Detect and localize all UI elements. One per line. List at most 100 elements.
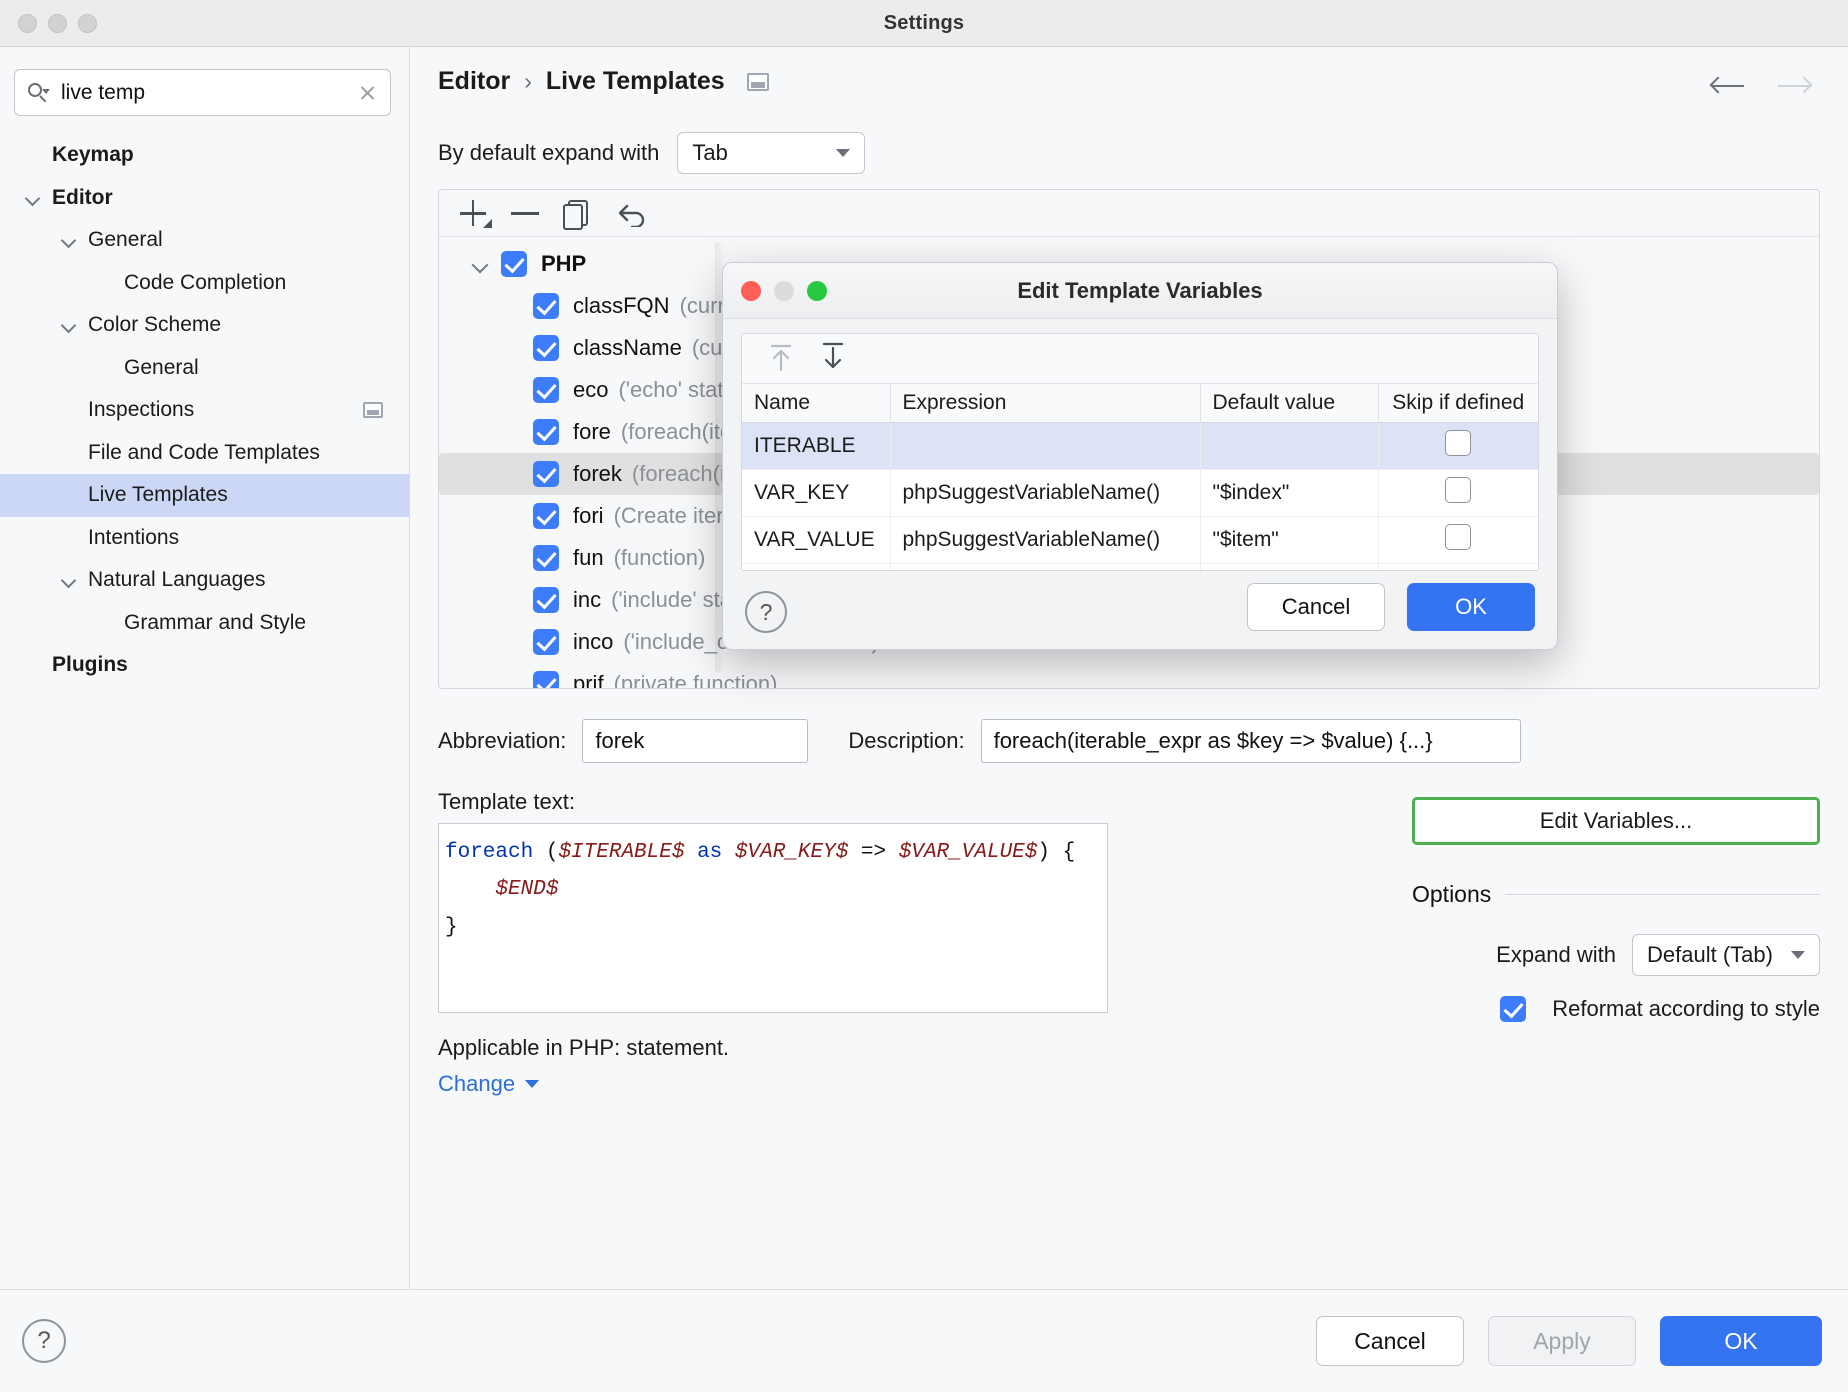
breadcrumb-separator: ›	[524, 68, 532, 95]
cell-default[interactable]: "$index"	[1200, 470, 1378, 517]
skip-if-defined-checkbox[interactable]	[1445, 477, 1471, 503]
chevron-down-icon[interactable]	[58, 229, 80, 251]
abbreviation-label: Abbreviation:	[438, 728, 566, 754]
template-enabled-checkbox[interactable]	[533, 629, 559, 655]
sidebar-item-file-and-code-templates[interactable]: File and Code Templates	[0, 432, 409, 475]
cell-name[interactable]: ITERABLE	[742, 423, 890, 470]
cell-empty	[1200, 564, 1378, 572]
cell-default[interactable]	[1200, 423, 1378, 470]
group-checkbox[interactable]	[501, 251, 527, 277]
search-input[interactable]	[59, 80, 356, 106]
sidebar-item-intentions[interactable]: Intentions	[0, 517, 409, 560]
sidebar-item-label: File and Code Templates	[88, 441, 320, 465]
sidebar-item-color-scheme[interactable]: Color Scheme	[0, 304, 409, 347]
dialog-cancel-button[interactable]: Cancel	[1247, 583, 1385, 631]
sidebar-item-inspections[interactable]: Inspections	[0, 389, 409, 432]
chevron-down-icon[interactable]	[469, 252, 493, 276]
sidebar-item-editor[interactable]: Editor	[0, 177, 409, 220]
cell-expression[interactable]	[890, 423, 1200, 470]
table-row[interactable]: VAR_KEYphpSuggestVariableName()"$index"	[742, 470, 1538, 517]
abbreviation-field[interactable]: forek	[582, 719, 808, 763]
skip-if-defined-checkbox[interactable]	[1445, 524, 1471, 550]
navigation-arrows	[1708, 69, 1814, 103]
help-button[interactable]: ?	[22, 1319, 66, 1363]
default-expand-label: By default expand with	[438, 140, 659, 166]
settings-sidebar: KeymapEditorGeneralCode CompletionColor …	[0, 47, 410, 1289]
sidebar-item-general[interactable]: General	[0, 219, 409, 262]
sidebar-item-natural-languages[interactable]: Natural Languages	[0, 559, 409, 602]
clear-search-icon[interactable]	[356, 82, 378, 104]
expand-with-label: Expand with	[1496, 942, 1616, 968]
add-template-icon[interactable]	[451, 194, 497, 232]
template-enabled-checkbox[interactable]	[533, 503, 559, 529]
sidebar-item-label: General	[124, 356, 199, 380]
footer-buttons: Cancel Apply OK	[1316, 1316, 1822, 1366]
code-line: }	[445, 909, 1101, 946]
sidebar-item-keymap[interactable]: Keymap	[0, 134, 409, 177]
code-line: $END$	[445, 871, 1101, 908]
code-token: $END$	[495, 878, 558, 901]
cell-name[interactable]: VAR_KEY	[742, 470, 890, 517]
default-expand-select[interactable]: Tab	[677, 132, 865, 174]
cell-skip-if-defined[interactable]	[1378, 470, 1538, 517]
remove-template-icon[interactable]	[503, 194, 549, 232]
cell-name[interactable]: VAR_VALUE	[742, 517, 890, 564]
chevron-down-icon[interactable]	[58, 569, 80, 591]
reformat-checkbox[interactable]	[1500, 996, 1526, 1022]
template-enabled-checkbox[interactable]	[533, 671, 559, 689]
edit-variables-button[interactable]: Edit Variables...	[1412, 797, 1820, 845]
code-token: }	[445, 916, 458, 939]
template-enabled-checkbox[interactable]	[533, 587, 559, 613]
duplicate-template-icon[interactable]	[555, 194, 601, 232]
change-context-link[interactable]: Change	[438, 1071, 1820, 1097]
revert-changes-icon[interactable]	[607, 194, 653, 232]
column-header[interactable]: Skip if defined	[1378, 384, 1538, 423]
ok-button[interactable]: OK	[1660, 1316, 1822, 1366]
cell-skip-if-defined[interactable]	[1378, 517, 1538, 564]
template-enabled-checkbox[interactable]	[533, 293, 559, 319]
reformat-row[interactable]: Reformat according to style	[1412, 996, 1820, 1022]
chevron-down-icon	[525, 1080, 539, 1088]
sidebar-item-code-completion[interactable]: Code Completion	[0, 262, 409, 305]
cell-expression[interactable]: phpSuggestVariableName()	[890, 517, 1200, 564]
table-row[interactable]: VAR_VALUEphpSuggestVariableName()"$item"	[742, 517, 1538, 564]
sidebar-item-general[interactable]: General	[0, 347, 409, 390]
template-enabled-checkbox[interactable]	[533, 419, 559, 445]
breadcrumb-root[interactable]: Editor	[438, 67, 510, 96]
dialog-help-button[interactable]: ?	[745, 591, 787, 633]
template-enabled-checkbox[interactable]	[533, 335, 559, 361]
back-arrow-icon[interactable]	[1708, 69, 1748, 103]
move-up-icon[interactable]	[760, 341, 802, 377]
chevron-down-icon[interactable]	[58, 314, 80, 336]
chevron-down-icon[interactable]	[22, 187, 44, 209]
cell-expression[interactable]: phpSuggestVariableName()	[890, 470, 1200, 517]
skip-if-defined-checkbox[interactable]	[1445, 430, 1471, 456]
sidebar-item-plugins[interactable]: Plugins	[0, 644, 409, 687]
template-list-item[interactable]: prif(private function)	[439, 663, 1819, 689]
code-token: $ITERABLE$	[558, 841, 684, 864]
template-enabled-checkbox[interactable]	[533, 461, 559, 487]
expand-with-select[interactable]: Default (Tab)	[1632, 934, 1820, 976]
cell-default[interactable]: "$item"	[1200, 517, 1378, 564]
column-header[interactable]: Default value	[1200, 384, 1378, 423]
move-down-icon[interactable]	[812, 341, 854, 377]
sidebar-item-grammar-and-style[interactable]: Grammar and Style	[0, 602, 409, 645]
column-header[interactable]: Name	[742, 384, 890, 423]
settings-footer: ? Cancel Apply OK	[0, 1289, 1848, 1392]
forward-arrow-icon[interactable]	[1774, 69, 1814, 103]
cancel-button[interactable]: Cancel	[1316, 1316, 1464, 1366]
template-text-editor[interactable]: foreach ($ITERABLE$ as $VAR_KEY$ => $VAR…	[438, 823, 1108, 1013]
template-enabled-checkbox[interactable]	[533, 545, 559, 571]
cell-skip-if-defined[interactable]	[1378, 423, 1538, 470]
window-title: Settings	[0, 12, 1848, 35]
sidebar-item-label: Natural Languages	[88, 568, 265, 592]
template-options-column: Edit Variables... Options Expand with De…	[1412, 719, 1820, 1022]
sidebar-item-live-templates[interactable]: Live Templates	[0, 474, 409, 517]
default-expand-value: Tab	[692, 140, 727, 166]
template-abbreviation: forek	[573, 461, 622, 487]
search-box[interactable]	[14, 69, 391, 116]
column-header[interactable]: Expression	[890, 384, 1200, 423]
dialog-ok-button[interactable]: OK	[1407, 583, 1535, 631]
table-row[interactable]: ITERABLE	[742, 423, 1538, 470]
template-enabled-checkbox[interactable]	[533, 377, 559, 403]
